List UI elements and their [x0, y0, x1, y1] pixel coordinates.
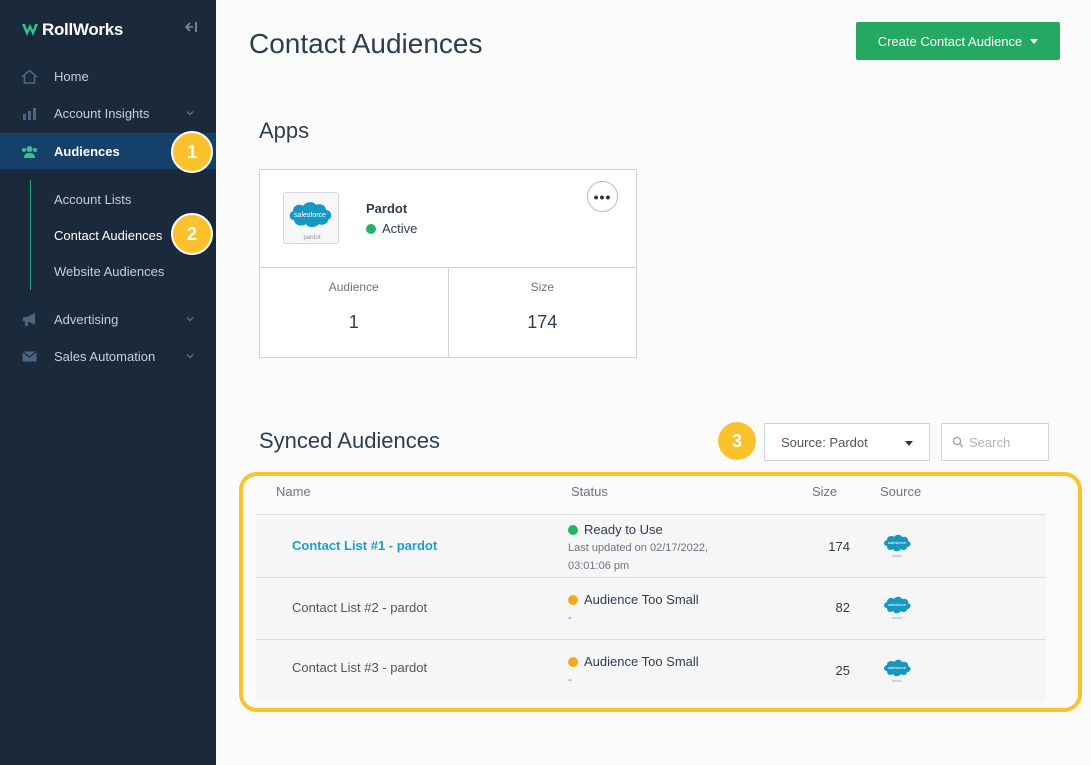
salesforce-logo-text: salesforce — [294, 212, 326, 219]
chevron-down-icon — [186, 354, 194, 359]
salesforce-pardot-logo: salesforce pardot — [283, 192, 339, 244]
source-filter-value: Source: Pardot — [781, 434, 868, 450]
collapse-sidebar-icon[interactable] — [184, 20, 198, 34]
audience-stat-value: 1 — [348, 312, 359, 332]
search-box[interactable] — [941, 423, 1049, 461]
more-options-button[interactable]: ••• — [587, 181, 618, 212]
nav-sales-automation[interactable]: Sales Automation — [0, 338, 216, 374]
rollworks-logo[interactable]: RollWorks — [22, 20, 123, 40]
app-status-label: Active — [382, 221, 418, 236]
create-button-label: Create Contact Audience — [877, 33, 1023, 49]
size-stat-value: 174 — [527, 312, 558, 332]
status-dot-icon — [366, 223, 376, 234]
nav-sales-automation-label: Sales Automation — [54, 348, 156, 364]
app-name: Pardot — [366, 201, 408, 216]
chevron-down-icon — [186, 111, 194, 116]
nav-home-label: Home — [54, 68, 89, 84]
size-stat: Size 174 — [447, 268, 637, 357]
caret-down-icon — [905, 441, 913, 446]
synced-audiences-title: Synced Audiences — [259, 428, 441, 453]
search-input[interactable] — [969, 434, 1039, 450]
table-highlight-frame — [239, 472, 1082, 712]
chart-icon — [21, 106, 38, 121]
nav-audiences-label: Audiences — [54, 143, 120, 159]
app-stats: Audience 1 Size 174 — [260, 267, 636, 357]
nav-advertising-label: Advertising — [54, 311, 119, 327]
caret-down-icon — [1030, 38, 1039, 44]
rollworks-logo-icon — [22, 24, 38, 36]
submenu-indicator — [30, 180, 31, 290]
sub-item-account-lists[interactable]: Account Lists — [54, 192, 131, 207]
megaphone-icon — [21, 312, 38, 327]
audience-stat-label: Audience — [328, 280, 379, 294]
brand-name: RollWorks — [42, 20, 124, 39]
sidebar: RollWorks Home Account Insights Audience… — [0, 0, 216, 765]
mail-icon — [21, 349, 38, 364]
nav-account-insights[interactable]: Account Insights — [0, 95, 216, 131]
nav-home[interactable]: Home — [0, 58, 216, 94]
home-icon — [21, 68, 38, 84]
sub-item-contact-audiences[interactable]: Contact Audiences — [54, 228, 162, 243]
pardot-logo-text: pardot — [303, 235, 320, 241]
chevron-down-icon — [186, 317, 194, 322]
size-stat-label: Size — [530, 280, 554, 294]
people-icon — [21, 144, 38, 159]
callout-3: 3 — [716, 420, 758, 462]
nav-account-insights-label: Account Insights — [54, 105, 150, 121]
pardot-app-card: salesforce pardot Pardot Active ••• Audi… — [259, 169, 637, 358]
apps-title: Apps — [259, 118, 310, 143]
sub-item-website-audiences[interactable]: Website Audiences — [54, 264, 164, 279]
nav-advertising[interactable]: Advertising — [0, 301, 216, 337]
audience-stat: Audience 1 — [260, 268, 448, 357]
create-contact-audience-button[interactable]: Create Contact Audience — [856, 22, 1060, 60]
source-filter-dropdown[interactable]: Source: Pardot — [764, 423, 930, 461]
callout-1: 1 — [171, 131, 213, 173]
page-title: Contact Audiences — [249, 28, 483, 59]
app-status: Active — [366, 221, 417, 236]
search-icon — [952, 436, 964, 448]
callout-2: 2 — [171, 213, 213, 255]
